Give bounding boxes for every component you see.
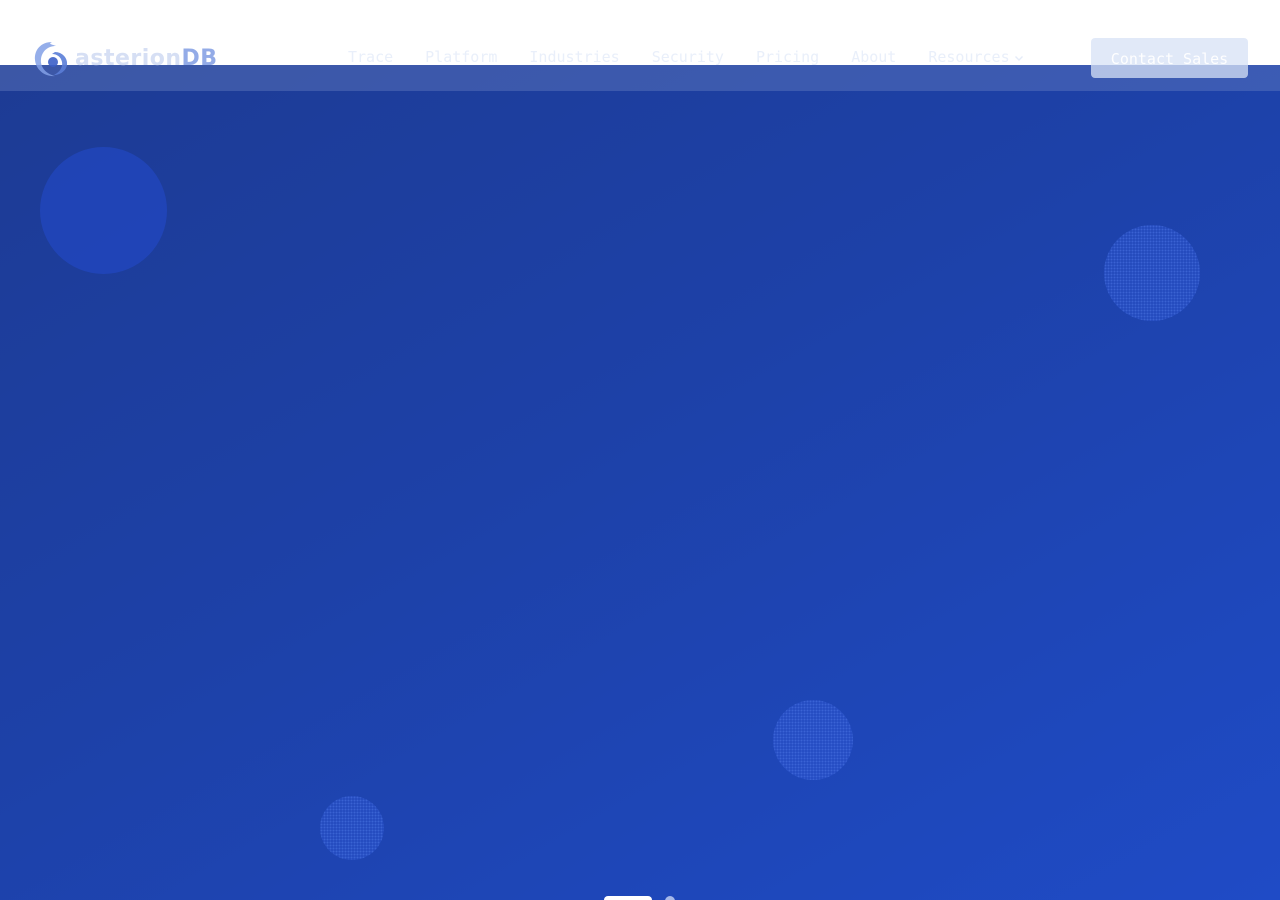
- asteriondb-swirl-icon: [34, 42, 68, 77]
- site-header: asterionDB Trace Platform Industries Sec…: [0, 0, 1280, 90]
- nav-item-trace[interactable]: Trace: [332, 48, 409, 66]
- logo-suffix: DB: [181, 46, 218, 71]
- decorative-bubble: [320, 796, 384, 860]
- nav-item-industries[interactable]: Industries: [513, 48, 635, 66]
- slider-pagination: [604, 896, 675, 900]
- nav-item-resources-label: Resources: [928, 48, 1010, 66]
- nav-item-about[interactable]: About: [835, 48, 912, 66]
- slider-dot-active[interactable]: [604, 896, 652, 900]
- nav-item-security[interactable]: Security: [636, 48, 740, 66]
- decorative-bubble: [773, 700, 853, 780]
- logo-link[interactable]: asterionDB: [31, 38, 218, 80]
- page: asterionDB Trace Platform Industries Sec…: [0, 0, 1280, 900]
- contact-sales-button[interactable]: Contact Sales: [1091, 38, 1248, 78]
- main-nav: Trace Platform Industries Security Prici…: [332, 46, 1040, 68]
- nav-item-pricing[interactable]: Pricing: [740, 48, 835, 66]
- hero-section: [0, 65, 1280, 900]
- chevron-down-icon: [1014, 55, 1023, 61]
- slider-dot[interactable]: [665, 896, 675, 900]
- decorative-bubble: [1104, 225, 1200, 321]
- nav-item-resources[interactable]: Resources: [912, 48, 1039, 66]
- logo-wordmark: asterionDB: [75, 38, 218, 80]
- nav-item-platform[interactable]: Platform: [409, 48, 513, 66]
- decorative-bubble: [40, 147, 167, 274]
- logo-text: asterion: [75, 46, 182, 71]
